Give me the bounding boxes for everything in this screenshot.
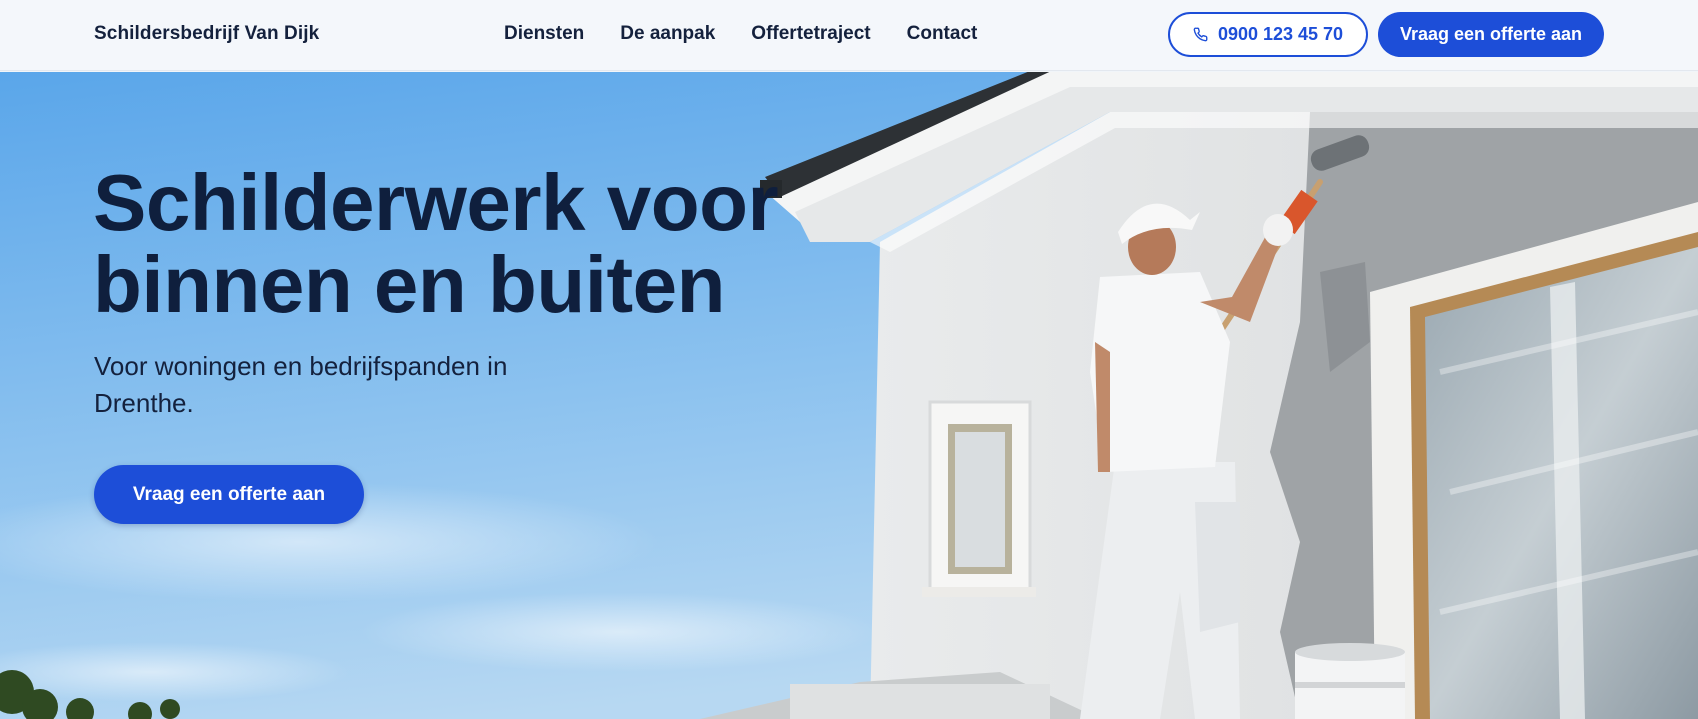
nav-link-de-aanpak[interactable]: De aanpak	[620, 23, 715, 45]
hero-title-line-2: binnen en buiten	[93, 240, 725, 329]
nav-link-contact[interactable]: Contact	[907, 23, 978, 45]
site-header: Schildersbedrijf Van Dijk Diensten De aa…	[0, 0, 1698, 71]
phone-number-label: 0900 123 45 70	[1217, 24, 1344, 44]
hero-title: Schilderwerk voor binnen en buiten	[93, 162, 793, 326]
phone-icon	[1193, 27, 1208, 42]
nav-link-offertetraject[interactable]: Offertetraject	[751, 23, 870, 45]
nav-link-diensten[interactable]: Diensten	[504, 23, 584, 45]
hero-section: Schilderwerk voor binnen en buiten Voor …	[0, 72, 1698, 719]
hero-title-line-1: Schilderwerk voor	[93, 158, 779, 247]
brand-logo-text[interactable]: Schildersbedrijf Van Dijk	[94, 23, 319, 45]
header-quote-button[interactable]: Vraag een offerte aan	[1378, 12, 1604, 57]
main-nav: Diensten De aanpak Offertetraject Contac…	[504, 23, 1013, 45]
phone-button[interactable]: 0900 123 45 70	[1168, 12, 1368, 57]
hero-quote-button[interactable]: Vraag een offerte aan	[94, 465, 364, 524]
hero-subtitle: Voor woningen en bedrijfspanden in Drent…	[94, 351, 508, 418]
